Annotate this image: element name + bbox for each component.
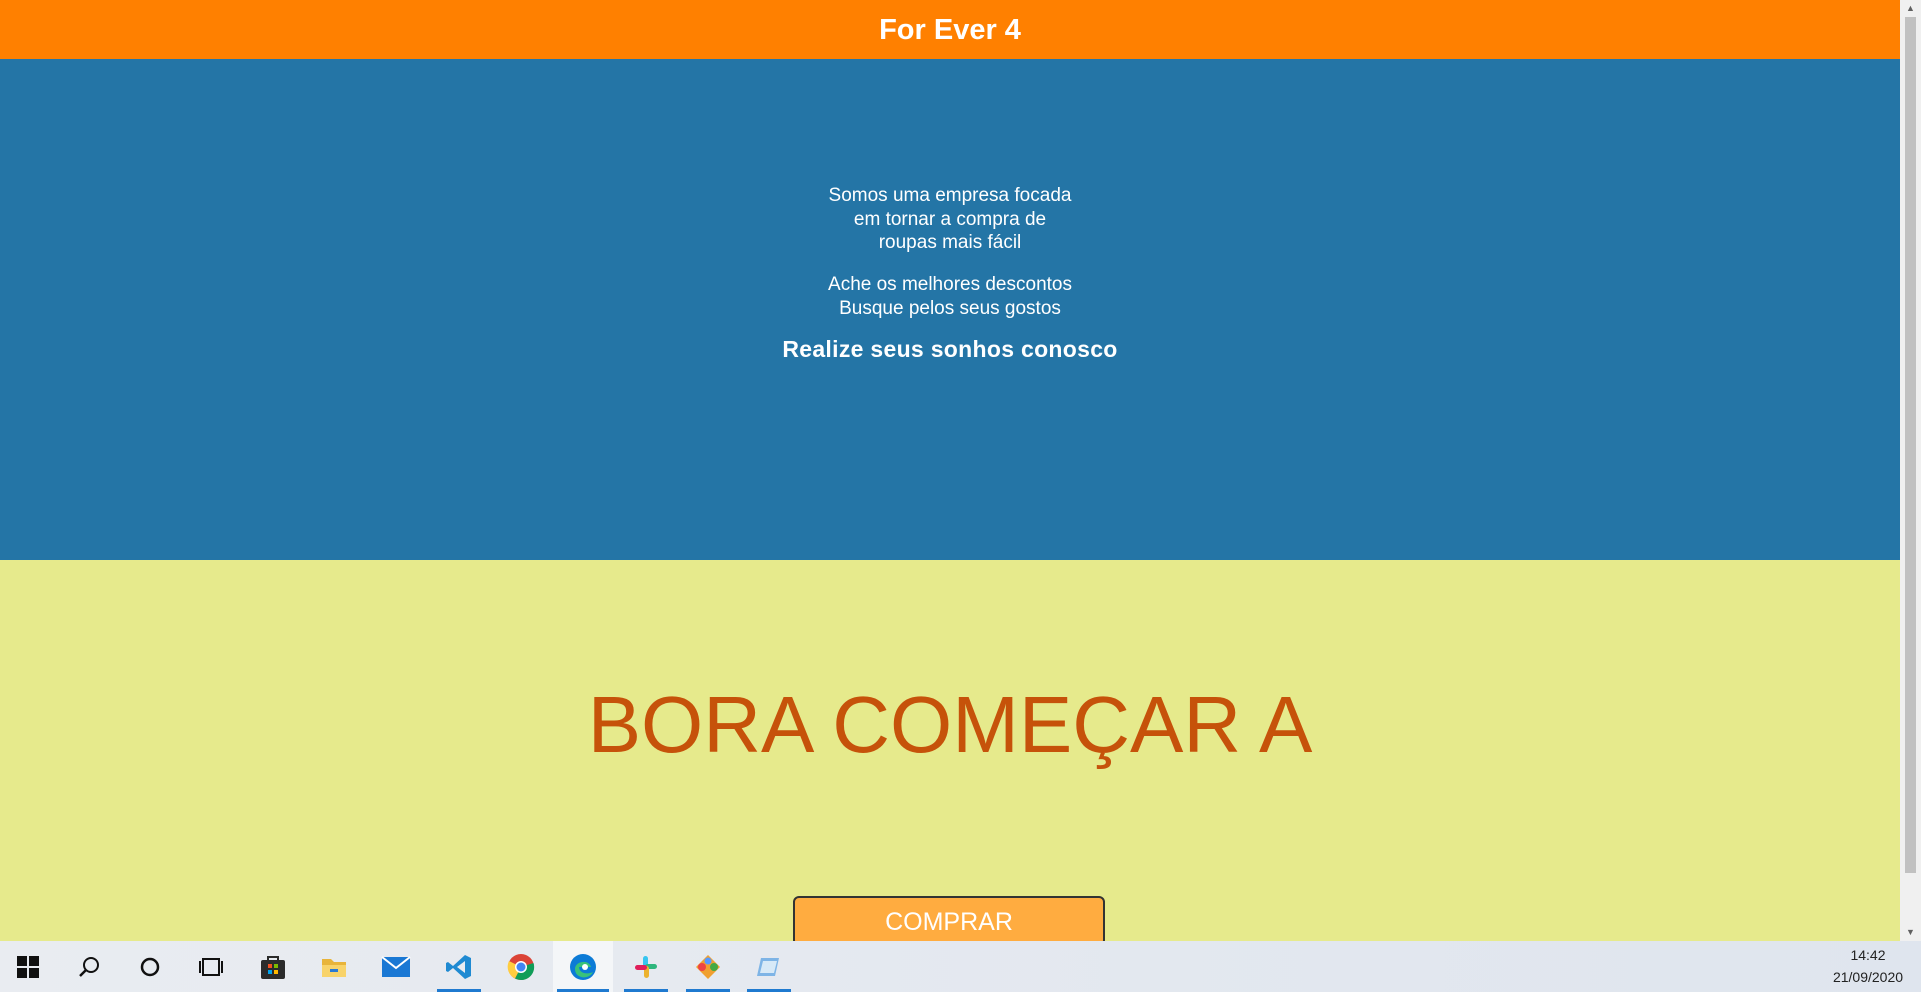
scroll-up-arrow-icon[interactable]: ▲: [1900, 0, 1921, 17]
mail-icon[interactable]: [370, 941, 422, 992]
intro-line: roupas mais fácil: [878, 232, 1022, 253]
hero-section: Somos uma empresa focada em tornar a com…: [0, 59, 1900, 560]
clock-date: 21/09/2020: [1832, 969, 1904, 985]
task-view-icon[interactable]: [185, 941, 237, 992]
site-title: For Ever 4: [879, 14, 1021, 46]
cta-headline: BORA COMEÇAR A: [587, 680, 1313, 769]
windows-taskbar: 14:42 21/09/2020: [0, 941, 1921, 992]
edge-icon[interactable]: [553, 941, 613, 992]
slack-icon[interactable]: [620, 941, 672, 992]
chrome-icon[interactable]: [495, 941, 547, 992]
site-header: For Ever 4: [0, 0, 1900, 59]
system-clock[interactable]: 14:42 21/09/2020: [1823, 941, 1913, 992]
vertical-scrollbar[interactable]: ▲ ▼: [1900, 0, 1921, 941]
tagline: Realize seus sonhos conosco: [782, 336, 1118, 362]
cortana-icon[interactable]: [124, 941, 176, 992]
cta-section: BORA COMEÇAR A COMPRAR: [0, 560, 1900, 941]
clock-time: 14:42: [1850, 947, 1886, 963]
benefit-line: Ache os melhores descontos: [828, 274, 1072, 295]
scroll-down-arrow-icon[interactable]: ▼: [1900, 924, 1921, 941]
benefits-paragraph: Ache os melhores descontos Busque pelos …: [0, 273, 1900, 320]
intro-line: em tornar a compra de: [853, 208, 1047, 230]
browser-viewport: For Ever 4 Somos uma empresa focada em t…: [0, 0, 1900, 941]
intro-paragraph: Somos uma empresa focada em tornar a com…: [0, 184, 1900, 255]
windows-start-icon[interactable]: [2, 941, 54, 992]
search-icon[interactable]: [63, 941, 115, 992]
benefit-line: Busque pelos seus gostos: [839, 297, 1061, 319]
notepad-icon[interactable]: [743, 941, 795, 992]
vscode-icon[interactable]: [433, 941, 485, 992]
buy-button[interactable]: COMPRAR: [793, 896, 1105, 941]
file-explorer-icon[interactable]: [308, 941, 360, 992]
microsoft-store-icon[interactable]: [247, 941, 299, 992]
scrollbar-thumb[interactable]: [1905, 17, 1916, 873]
git-client-icon[interactable]: [682, 941, 734, 992]
intro-line: Somos uma empresa focada: [828, 185, 1072, 206]
